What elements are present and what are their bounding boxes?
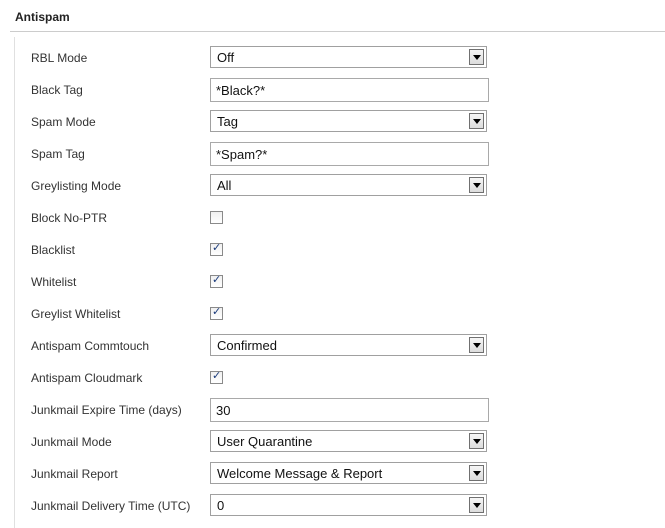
whitelist-checkbox[interactable] (210, 273, 223, 288)
row-antispam-commtouch: Antispam Commtouch Confirmed (0, 334, 665, 358)
antispam-commtouch-select[interactable]: Confirmed (210, 334, 487, 356)
junkmail-delivery-time-value: 0 (217, 498, 225, 513)
row-greylist-whitelist: Greylist Whitelist (0, 302, 665, 326)
junkmail-mode-value: User Quarantine (217, 434, 313, 449)
rbl-mode-select[interactable]: Off (210, 46, 487, 68)
junkmail-report-label: Junkmail Report (31, 467, 118, 481)
greylist-whitelist-checkbox[interactable] (210, 305, 223, 320)
antispam-commtouch-value: Confirmed (217, 338, 277, 353)
greylisting-mode-value: All (217, 178, 232, 193)
row-junkmail-expire-time: Junkmail Expire Time (days) 30 (0, 398, 665, 422)
junkmail-expire-time-label: Junkmail Expire Time (days) (31, 403, 182, 417)
spam-mode-value: Tag (217, 114, 238, 129)
row-black-tag: Black Tag *Black?* (0, 78, 665, 102)
row-blacklist: Blacklist (0, 238, 665, 262)
row-block-no-ptr: Block No-PTR (0, 206, 665, 230)
row-spam-mode: Spam Mode Tag (0, 110, 665, 134)
whitelist-label: Whitelist (31, 275, 77, 289)
junkmail-delivery-time-label: Junkmail Delivery Time (UTC) (31, 499, 191, 513)
antispam-commtouch-label: Antispam Commtouch (31, 339, 150, 353)
junkmail-report-value: Welcome Message & Report (217, 466, 383, 481)
spam-tag-value: *Spam?* (216, 147, 268, 162)
greylisting-mode-label: Greylisting Mode (31, 179, 122, 193)
row-junkmail-mode: Junkmail Mode User Quarantine (0, 430, 665, 454)
junkmail-report-select[interactable]: Welcome Message & Report (210, 462, 487, 484)
chevron-down-icon[interactable] (469, 497, 484, 513)
antispam-cloudmark-label: Antispam Cloudmark (31, 371, 143, 385)
spam-tag-input[interactable]: *Spam?* (210, 142, 489, 166)
rbl-mode-value: Off (217, 50, 235, 65)
spam-mode-label: Spam Mode (31, 115, 96, 129)
black-tag-label: Black Tag (31, 83, 83, 97)
section-title: Antispam (15, 10, 70, 24)
black-tag-value: *Black?* (216, 83, 266, 98)
spam-mode-select[interactable]: Tag (210, 110, 487, 132)
junkmail-expire-time-input[interactable]: 30 (210, 398, 489, 422)
chevron-down-icon[interactable] (469, 465, 484, 481)
row-antispam-cloudmark: Antispam Cloudmark (0, 366, 665, 390)
block-no-ptr-checkbox[interactable] (210, 211, 223, 224)
rbl-mode-label: RBL Mode (31, 51, 88, 65)
row-whitelist: Whitelist (0, 270, 665, 294)
row-junkmail-delivery-time: Junkmail Delivery Time (UTC) 0 (0, 494, 665, 518)
junkmail-mode-select[interactable]: User Quarantine (210, 430, 487, 452)
blacklist-label: Blacklist (31, 243, 76, 257)
section-divider (10, 31, 665, 32)
chevron-down-icon[interactable] (469, 177, 484, 193)
antispam-cloudmark-checkbox[interactable] (210, 369, 223, 384)
row-spam-tag: Spam Tag *Spam?* (0, 142, 665, 166)
junkmail-delivery-time-select[interactable]: 0 (210, 494, 487, 516)
block-no-ptr-label: Block No-PTR (31, 211, 108, 225)
junkmail-mode-label: Junkmail Mode (31, 435, 112, 449)
chevron-down-icon[interactable] (469, 433, 484, 449)
row-junkmail-report: Junkmail Report Welcome Message & Report (0, 462, 665, 486)
row-rbl-mode: RBL Mode Off (0, 46, 665, 70)
chevron-down-icon[interactable] (469, 49, 484, 65)
row-greylisting-mode: Greylisting Mode All (0, 174, 665, 198)
black-tag-input[interactable]: *Black?* (210, 78, 489, 102)
junkmail-expire-time-value: 30 (216, 403, 231, 418)
greylisting-mode-select[interactable]: All (210, 174, 487, 196)
spam-tag-label: Spam Tag (31, 147, 85, 161)
greylist-whitelist-label: Greylist Whitelist (31, 307, 121, 321)
blacklist-checkbox[interactable] (210, 241, 223, 256)
chevron-down-icon[interactable] (469, 113, 484, 129)
chevron-down-icon[interactable] (469, 337, 484, 353)
